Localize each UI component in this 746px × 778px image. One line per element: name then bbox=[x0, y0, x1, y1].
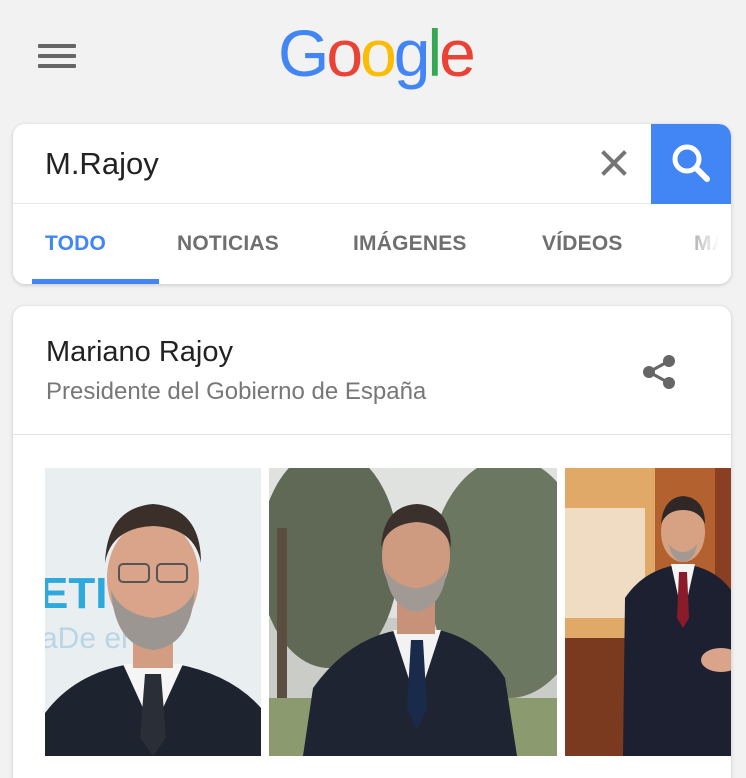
handshake-photo bbox=[565, 468, 731, 756]
logo-letter: e bbox=[439, 16, 476, 90]
active-tab-indicator bbox=[32, 279, 159, 284]
google-logo[interactable]: Google bbox=[278, 16, 476, 90]
kp-image-1[interactable]: ETIOS aDe erc bbox=[45, 468, 261, 756]
share-icon bbox=[643, 355, 675, 389]
search-bar bbox=[13, 124, 731, 204]
logo-letter: g bbox=[393, 16, 431, 90]
kp-image-2[interactable] bbox=[269, 468, 557, 756]
search-card: TODO NOTICIAS IMÁGENES VÍDEOS MAPS bbox=[13, 124, 731, 284]
hamburger-menu-icon bbox=[38, 44, 76, 48]
kp-image-3[interactable] bbox=[565, 468, 731, 756]
close-icon bbox=[601, 150, 627, 176]
search-tabs: TODO NOTICIAS IMÁGENES VÍDEOS MAPS bbox=[13, 204, 731, 284]
tab-todo[interactable]: TODO bbox=[45, 204, 106, 284]
kp-title[interactable]: Mariano Rajoy bbox=[46, 336, 233, 369]
logo-letter: G bbox=[278, 16, 329, 90]
search-icon bbox=[672, 144, 710, 182]
hamburger-line bbox=[38, 54, 76, 58]
clear-search-button[interactable] bbox=[597, 146, 631, 180]
tab-imagenes[interactable]: IMÁGENES bbox=[353, 204, 467, 284]
kp-subtitle: Presidente del Gobierno de España bbox=[46, 378, 427, 405]
portrait-image: ETIOS aDe erc bbox=[45, 468, 261, 756]
tab-videos[interactable]: VÍDEOS bbox=[542, 204, 623, 284]
logo-letter: o bbox=[360, 16, 397, 90]
logo-letter: o bbox=[326, 16, 363, 90]
logo-letter: l bbox=[427, 16, 443, 90]
outdoor-photo bbox=[269, 468, 557, 756]
knowledge-panel: Mariano Rajoy Presidente del Gobierno de… bbox=[13, 306, 731, 778]
tab-noticias[interactable]: NOTICIAS bbox=[177, 204, 279, 284]
tab-maps[interactable]: MAPS bbox=[694, 204, 731, 284]
share-button[interactable] bbox=[639, 352, 679, 392]
search-input[interactable] bbox=[45, 144, 565, 184]
menu-button[interactable] bbox=[38, 44, 76, 70]
hamburger-line bbox=[38, 64, 76, 68]
divider bbox=[13, 434, 731, 435]
search-button[interactable] bbox=[651, 124, 731, 204]
